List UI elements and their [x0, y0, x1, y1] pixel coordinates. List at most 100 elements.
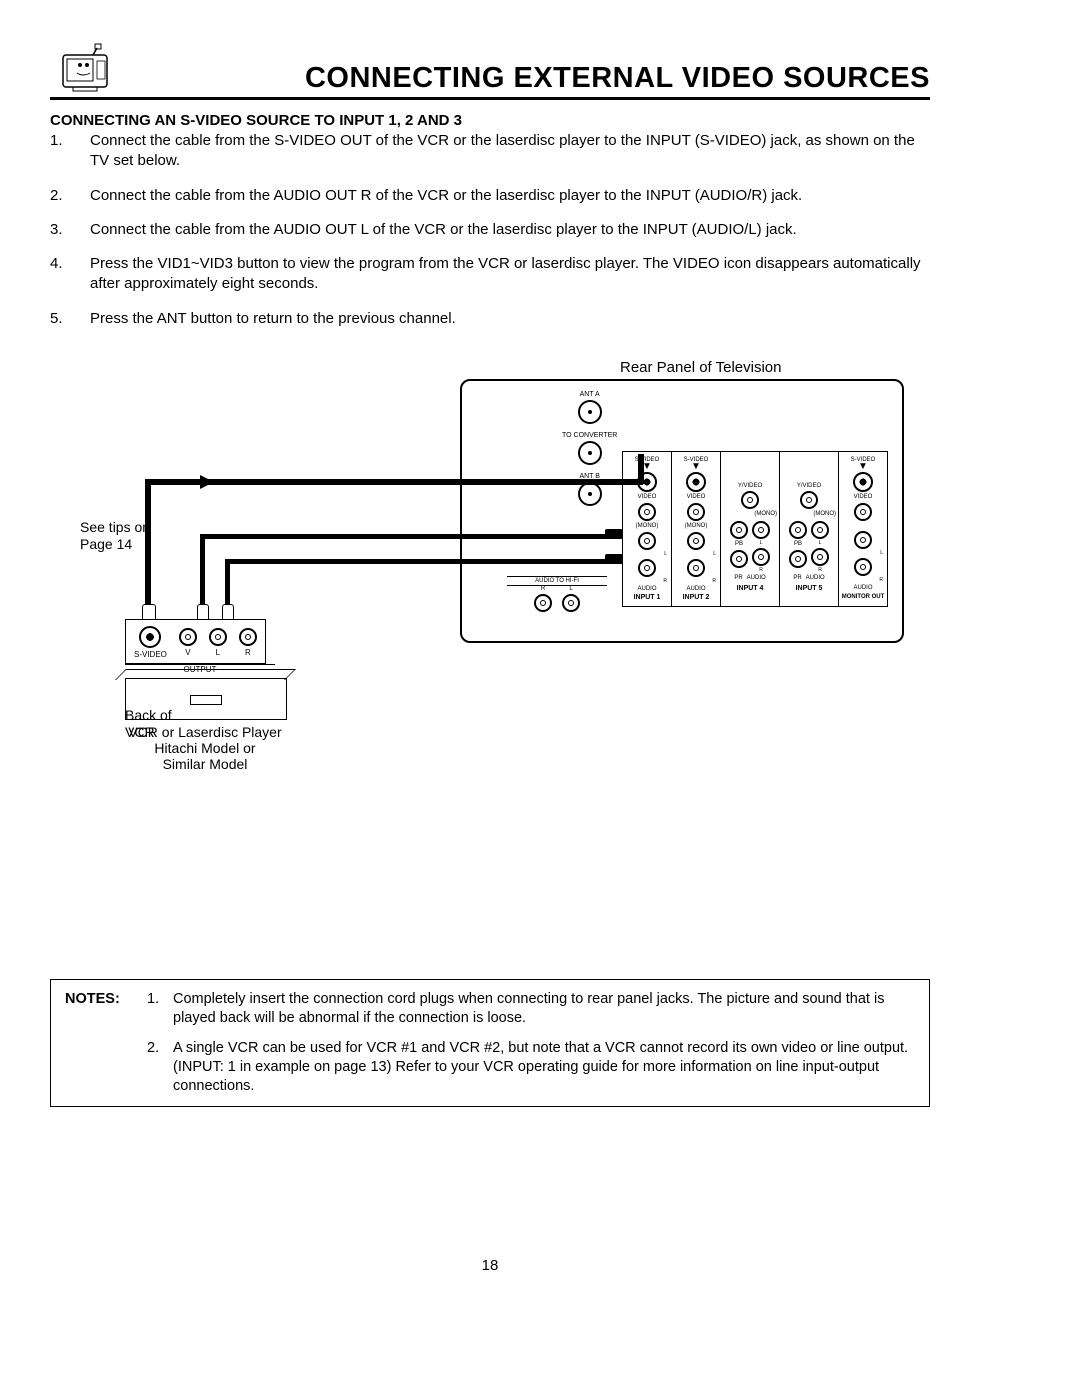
vcr-label: VCR: [125, 724, 155, 740]
arrow-marker: [200, 475, 214, 489]
r-indicator: R: [625, 579, 667, 585]
notes-heading: NOTES:: [65, 990, 147, 1096]
rca-jack-icon: [638, 503, 656, 521]
audio-hifi-section: AUDIO TO HI-FI R L: [507, 576, 607, 614]
rear-panel-label: Rear Panel of Television: [620, 359, 781, 376]
step-number: 3.: [50, 220, 90, 240]
input-name: INPUT 4: [723, 585, 777, 593]
vcr-audio-l-port: L: [209, 626, 227, 657]
vcr-output-ports: S-VIDEO V L R: [125, 619, 266, 664]
rca-jack-icon: [752, 521, 770, 539]
rca-jack-icon: [687, 559, 705, 577]
l-indicator: L: [752, 541, 770, 547]
audio-label: AUDIO: [841, 585, 885, 592]
svideo-jack-icon: [139, 626, 161, 648]
audio-label: AUDIO: [625, 586, 669, 593]
svideo-jack-icon: [686, 472, 706, 492]
note-item: 2.A single VCR can be used for VCR #1 an…: [147, 1039, 915, 1096]
to-converter-label: TO CONVERTER: [562, 432, 617, 439]
vcr-assembly: S-VIDEO V L R OUTPUT VCR or Laserdisc Pl…: [125, 619, 375, 772]
vcr-svideo-port: S-VIDEO: [134, 624, 167, 659]
input-name: INPUT 2: [674, 594, 718, 602]
step-item: 5.Press the ANT button to return to the …: [50, 309, 930, 329]
video-label: VIDEO: [674, 494, 718, 501]
input-name: INPUT 5: [782, 585, 836, 593]
step-item: 3.Connect the cable from the AUDIO OUT L…: [50, 220, 930, 240]
step-text: Connect the cable from the S-VIDEO OUT o…: [90, 131, 930, 172]
l-label: L: [562, 586, 580, 592]
vcr-audio-r-port: R: [239, 626, 257, 657]
tips-label: See tips on Page 14: [80, 519, 150, 553]
tips-line2: Page 14: [80, 536, 132, 552]
svideo-label: S-VIDEO: [134, 650, 167, 659]
rca-jack-icon: [811, 521, 829, 539]
rca-jack-icon: [239, 628, 257, 646]
l-indicator: L: [811, 541, 829, 547]
note-number: 1.: [147, 990, 173, 1028]
l-label: L: [209, 648, 227, 657]
note-item: 1.Completely insert the connection cord …: [147, 990, 915, 1028]
step-text: Connect the cable from the AUDIO OUT L o…: [90, 220, 930, 240]
step-item: 1.Connect the cable from the S-VIDEO OUT…: [50, 131, 930, 172]
video-label: VIDEO: [625, 494, 669, 501]
coax-jack-icon: [578, 482, 602, 506]
l-indicator: L: [625, 552, 667, 558]
antenna-group: ANT A TO CONVERTER ANT B: [562, 391, 617, 508]
rca-jack-icon: [854, 503, 872, 521]
audio-label: AUDIO: [674, 586, 718, 593]
rca-jack-icon: [209, 628, 227, 646]
rca-jack-icon: [741, 491, 759, 509]
rca-jack-icon: [854, 531, 872, 549]
notes-box: NOTES: 1.Completely insert the connectio…: [50, 979, 930, 1107]
page-number: 18: [50, 1257, 930, 1274]
monitor-out-label: MONITOR OUT: [841, 594, 885, 601]
rca-jack-icon: [811, 548, 829, 566]
input-column: S-VIDEO ▼ VIDEO (MONO) L R AUDIO INPUT 1: [623, 452, 671, 606]
step-item: 2.Connect the cable from the AUDIO OUT R…: [50, 186, 930, 206]
yvideo-label: Y/VIDEO: [782, 483, 836, 490]
arrow-down-icon: ▼: [625, 464, 669, 470]
similar-label: Similar Model: [125, 756, 285, 772]
step-text: Connect the cable from the AUDIO OUT R o…: [90, 186, 930, 206]
pb-label: PB: [789, 541, 807, 548]
plug-icon: [605, 529, 623, 539]
audio-label: AUDIO: [747, 575, 766, 582]
page-title: CONNECTING EXTERNAL VIDEO SOURCES: [140, 62, 930, 95]
r-indicator: R: [811, 568, 829, 574]
mono-label: (MONO): [782, 511, 836, 518]
cable-segment: [638, 454, 644, 484]
r-label: R: [534, 586, 552, 592]
tv-mascot-icon: [50, 40, 120, 95]
back-of-label: Back of: [125, 707, 172, 723]
step-number: 4.: [50, 254, 90, 295]
l-indicator: L: [841, 551, 883, 557]
rca-jack-icon: [730, 550, 748, 568]
section-heading: CONNECTING AN S-VIDEO SOURCE TO INPUT 1,…: [50, 112, 930, 129]
mono-label: (MONO): [625, 523, 669, 530]
tv-rear-panel: ANT A TO CONVERTER ANT B S-VIDEO ▼ VIDEO…: [460, 379, 904, 643]
input-column: S-VIDEO ▼ VIDEO (MONO) L R AUDIO INPUT 2: [671, 452, 720, 606]
v-label: V: [179, 648, 197, 657]
cable-segment: [145, 479, 643, 485]
step-number: 1.: [50, 131, 90, 172]
vcr-side-label: Back of VCR: [125, 707, 172, 742]
ant-a-label: ANT A: [562, 391, 617, 398]
video-label: VIDEO: [841, 494, 885, 501]
plug-icon: [605, 554, 623, 564]
input-name: INPUT 1: [625, 594, 669, 602]
rca-jack-icon: [179, 628, 197, 646]
step-text: Press the ANT button to return to the pr…: [90, 309, 930, 329]
rca-jack-icon: [854, 558, 872, 576]
rca-jack-icon: [789, 550, 807, 568]
r-label: R: [239, 648, 257, 657]
note-text: Completely insert the connection cord pl…: [173, 990, 915, 1028]
rca-jack-icon: [687, 503, 705, 521]
coax-jack-icon: [578, 400, 602, 424]
rca-jack-icon: [638, 559, 656, 577]
notes-list: 1.Completely insert the connection cord …: [147, 990, 915, 1096]
rca-jack-icon: [752, 548, 770, 566]
mono-label: (MONO): [723, 511, 777, 518]
audio-label: AUDIO: [806, 575, 825, 582]
arrow-down-icon: ▼: [841, 464, 885, 470]
input-column: Y/VIDEO (MONO) PB L R: [779, 452, 838, 606]
